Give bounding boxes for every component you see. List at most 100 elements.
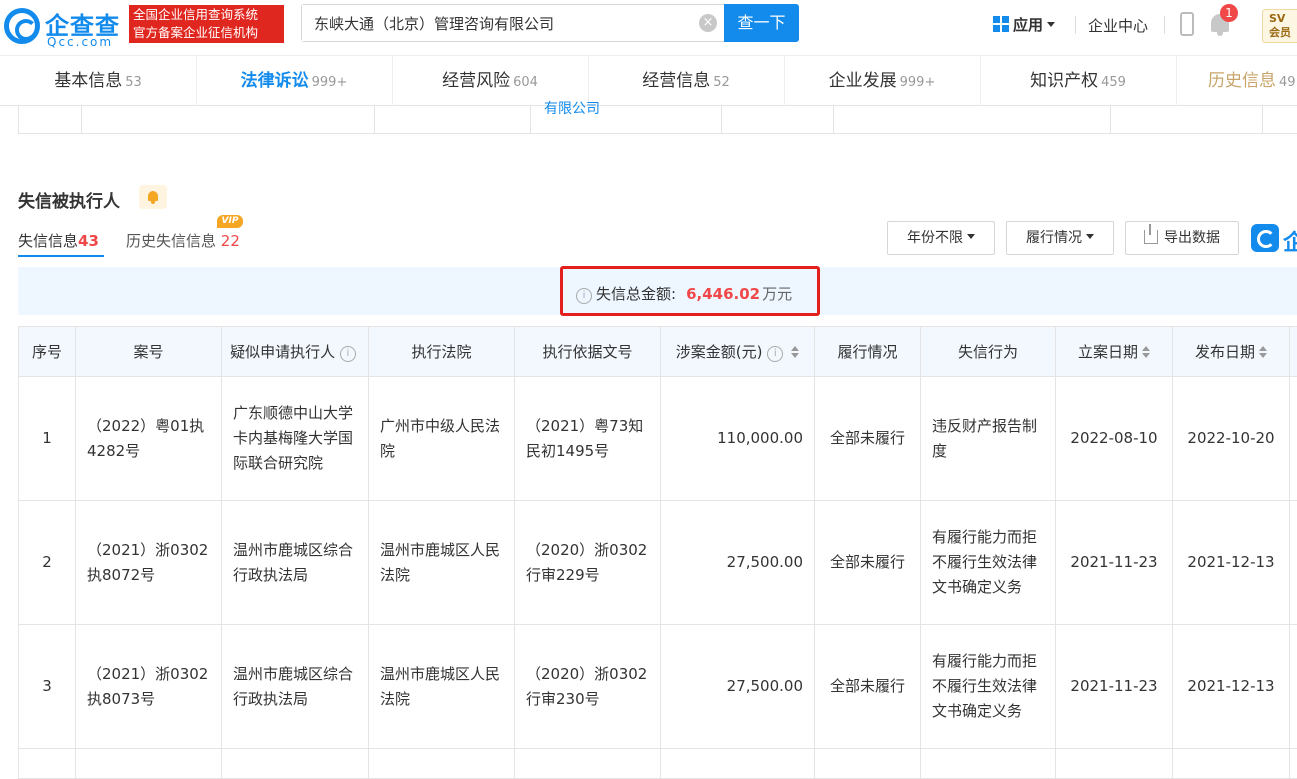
- info-icon[interactable]: i: [576, 288, 592, 304]
- row-index: 3: [19, 625, 76, 749]
- table-row: [19, 749, 1297, 779]
- tab-history-info[interactable]: 历史信息49: [1176, 56, 1297, 106]
- vip-member-chip[interactable]: SV 会员: [1262, 9, 1297, 43]
- basis-doc-link[interactable]: （2021）粤73知民初1495号: [515, 377, 661, 501]
- slogan-line-1: 全国企业信用查询系统: [133, 6, 280, 24]
- side-logo-text: 企: [1283, 225, 1297, 257]
- publish-date: [1173, 749, 1290, 779]
- row-index: 1: [19, 377, 76, 501]
- sort-icon[interactable]: [1142, 346, 1150, 358]
- subtab-history-dishonest[interactable]: 历史失信信息 22: [126, 230, 240, 251]
- tab-legal-litigation[interactable]: 法律诉讼999+: [196, 56, 392, 106]
- tab-operating-info[interactable]: 经营信息52: [588, 56, 784, 106]
- tab-count: 52: [713, 75, 730, 90]
- applicant-link[interactable]: 广东顺德中山大学卡内基梅隆大学国际联合研究院: [222, 377, 369, 501]
- court-name: [369, 749, 515, 779]
- search-button[interactable]: 查一下: [724, 4, 799, 42]
- status-filter-dropdown[interactable]: 履行情况: [1006, 221, 1114, 255]
- top-bar: 企查查 Qcc.com 全国企业信用查询系统 官方备案企业征信机构 × 查一下 …: [0, 0, 1297, 56]
- tab-label: 法律诉讼: [241, 71, 309, 91]
- export-data-button[interactable]: 导出数据: [1125, 221, 1239, 255]
- previous-row-link[interactable]: 有限公司: [544, 98, 600, 118]
- year-filter-label: 年份不限: [907, 230, 963, 246]
- info-icon[interactable]: i: [767, 346, 783, 362]
- col-header-label: 涉案金额(元): [676, 343, 763, 361]
- apps-grid-icon: [993, 16, 1009, 32]
- search-box: ×: [301, 4, 725, 42]
- cell-border: [374, 106, 375, 134]
- publish-date: 2022-10-20: [1173, 377, 1290, 501]
- dishonest-behavior: 有履行能力而拒不履行生效法律文书确定义务: [921, 625, 1056, 749]
- filing-date: 2021-11-23: [1056, 501, 1173, 625]
- filing-date: [1056, 749, 1173, 779]
- logo-mark-icon: [4, 8, 40, 44]
- fulfillment-status: 全部未履行: [815, 625, 921, 749]
- court-name: 广州市中级人民法院: [369, 377, 515, 501]
- filing-date: 2022-08-10: [1056, 377, 1173, 501]
- col-header-behavior: 失信行为: [921, 327, 1056, 377]
- tab-count: 459: [1101, 75, 1126, 90]
- monitor-bell-icon[interactable]: [139, 185, 167, 209]
- tab-intellectual-property[interactable]: 知识产权459: [980, 56, 1176, 106]
- cell-border: [530, 106, 531, 134]
- tab-count: 604: [513, 75, 538, 90]
- tab-count: 999+: [900, 75, 936, 90]
- download-icon: [1144, 230, 1158, 244]
- year-filter-dropdown[interactable]: 年份不限: [887, 221, 995, 255]
- tab-count: 49: [1279, 75, 1296, 90]
- col-header-amount[interactable]: 涉案金额(元) i: [661, 327, 815, 377]
- publish-date: 2021-12-13: [1173, 625, 1290, 749]
- col-header-label: 立案日期: [1078, 343, 1138, 361]
- case-number-link[interactable]: （2021）浙0302执8073号: [76, 625, 222, 749]
- dishonest-behavior: [921, 749, 1056, 779]
- overflow-cell: [1290, 501, 1297, 625]
- col-header-publish-date[interactable]: 发布日期: [1173, 327, 1290, 377]
- logo-domain: Qcc.com: [47, 35, 113, 49]
- cell-border: [81, 106, 82, 134]
- basis-doc-link[interactable]: （2020）浙0302行审229号: [515, 501, 661, 625]
- slogan-banner: 全国企业信用查询系统 官方备案企业征信机构: [129, 5, 284, 43]
- clear-search-icon[interactable]: ×: [699, 14, 717, 32]
- apps-menu[interactable]: 应用: [993, 14, 1055, 35]
- case-number-link[interactable]: （2022）粤01执4282号: [76, 377, 222, 501]
- cell-border: [1262, 106, 1263, 134]
- applicant-link: [222, 749, 369, 779]
- tab-label: 经营风险: [442, 71, 510, 91]
- case-number-link[interactable]: （2021）浙0302执8072号: [76, 501, 222, 625]
- sort-icon[interactable]: [1259, 346, 1267, 358]
- mobile-phone-icon[interactable]: [1180, 12, 1194, 36]
- subtab-count: 43: [78, 232, 99, 250]
- col-header-status: 履行情况: [815, 327, 921, 377]
- case-amount: 110,000.00: [661, 377, 815, 501]
- col-header-case-no: 案号: [76, 327, 222, 377]
- enterprise-center-link[interactable]: 企业中心: [1088, 15, 1148, 36]
- qcc-side-logo-icon[interactable]: [1251, 224, 1279, 252]
- court-name: 温州市鹿城区人民法院: [369, 501, 515, 625]
- case-amount: 27,500.00: [661, 625, 815, 749]
- dishonest-behavior: 违反财产报告制度: [921, 377, 1056, 501]
- fulfillment-status: [815, 749, 921, 779]
- col-header-filing-date[interactable]: 立案日期: [1056, 327, 1173, 377]
- overflow-cell: [1290, 749, 1297, 779]
- search-input[interactable]: [302, 5, 682, 41]
- info-icon[interactable]: i: [340, 346, 356, 362]
- basis-doc-link[interactable]: （2020）浙0302行审230号: [515, 625, 661, 749]
- col-header-basis-doc: 执行依据文号: [515, 327, 661, 377]
- applicant-link[interactable]: 温州市鹿城区综合行政执法局: [222, 625, 369, 749]
- dishonest-behavior: 有履行能力而拒不履行生效法律文书确定义务: [921, 501, 1056, 625]
- cell-border: [833, 106, 834, 134]
- subtab-dishonest-info[interactable]: 失信信息43: [18, 230, 99, 251]
- overflow-cell: [1290, 377, 1297, 501]
- tab-label: 历史信息: [1208, 71, 1276, 91]
- divider: [1075, 16, 1076, 34]
- filing-date: 2021-11-23: [1056, 625, 1173, 749]
- chevron-down-icon: [1086, 234, 1094, 239]
- tab-development[interactable]: 企业发展999+: [784, 56, 980, 106]
- vip-tag: VIP: [217, 215, 243, 228]
- tab-basic-info[interactable]: 基本信息53: [0, 56, 196, 106]
- chevron-down-icon: [1047, 22, 1055, 27]
- applicant-link[interactable]: 温州市鹿城区综合行政执法局: [222, 501, 369, 625]
- qcc-logo[interactable]: 企查查 Qcc.com: [4, 6, 124, 48]
- sort-icon[interactable]: [791, 346, 799, 358]
- col-header-label: 发布日期: [1195, 343, 1255, 361]
